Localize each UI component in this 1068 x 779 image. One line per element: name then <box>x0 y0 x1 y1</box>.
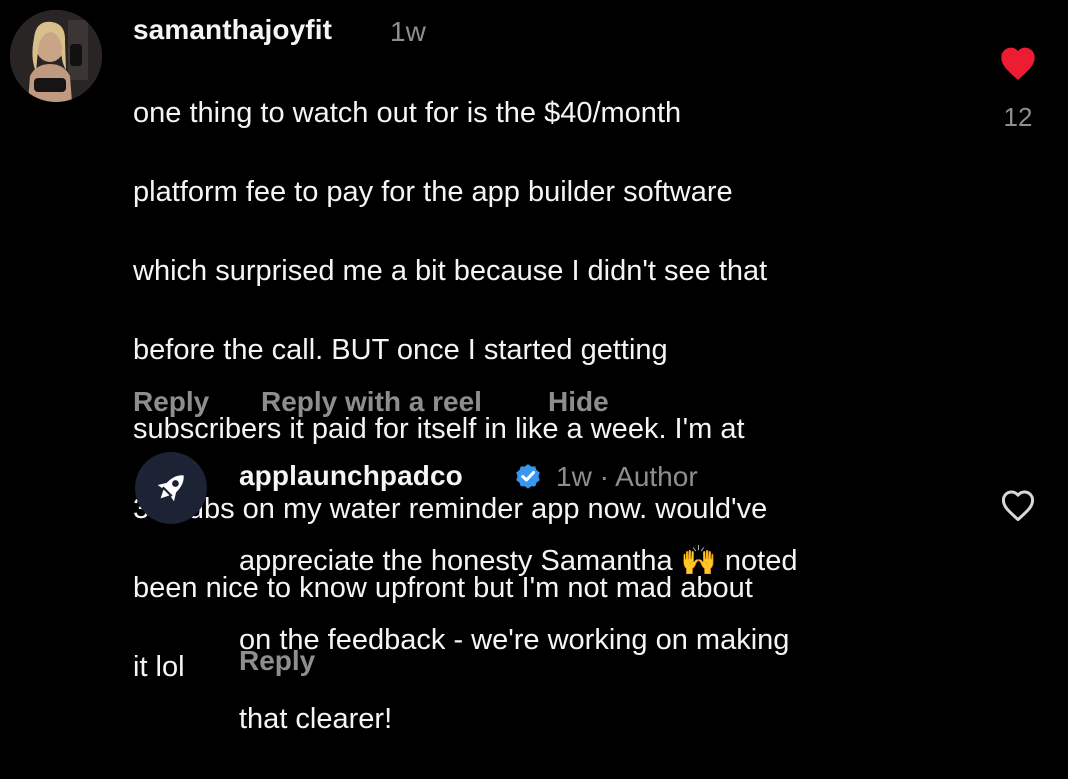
reply-meta: 1w · Author <box>556 461 698 493</box>
reply-time: 1w <box>556 461 592 492</box>
comment-text-line: before the call. BUT once I started gett… <box>133 334 668 367</box>
reply-text-line: appreciate the honesty Samantha 🙌 noted <box>239 544 798 577</box>
reply-text: appreciate the honesty Samantha 🙌 noted … <box>239 502 797 779</box>
comment-text-line: one thing to watch out for is the $40/mo… <box>133 96 682 129</box>
comment-text-line: platform fee to pay for the app builder … <box>133 175 733 208</box>
reply-button[interactable]: Reply <box>239 645 315 677</box>
reply-text-line: that clearer! <box>239 702 393 735</box>
rocket-icon <box>157 475 184 502</box>
comment-username[interactable]: samanthajoyfit <box>133 14 332 46</box>
avatar[interactable] <box>10 10 102 102</box>
comment-text-line: which surprised me a bit because I didn'… <box>133 254 768 287</box>
meta-separator: · <box>599 461 609 492</box>
reply-with-reel-button[interactable]: Reply with a reel <box>261 386 482 418</box>
profile-photo-icon <box>10 10 102 102</box>
reply-text-line: on the feedback - we're working on makin… <box>239 623 790 656</box>
verified-badge-icon <box>516 464 540 489</box>
like-button[interactable] <box>999 487 1037 523</box>
reply-username[interactable]: applaunchpadco <box>239 460 463 492</box>
heart-outline-icon <box>1001 490 1035 522</box>
hide-button[interactable]: Hide <box>548 386 609 418</box>
comment-time: 1w <box>390 16 426 47</box>
reply-button[interactable]: Reply <box>133 386 209 418</box>
author-label: Author <box>615 461 698 492</box>
avatar[interactable] <box>135 452 207 524</box>
like-button[interactable] <box>998 44 1038 82</box>
heart-filled-icon <box>1001 47 1035 80</box>
like-count: 12 <box>1003 102 1033 132</box>
